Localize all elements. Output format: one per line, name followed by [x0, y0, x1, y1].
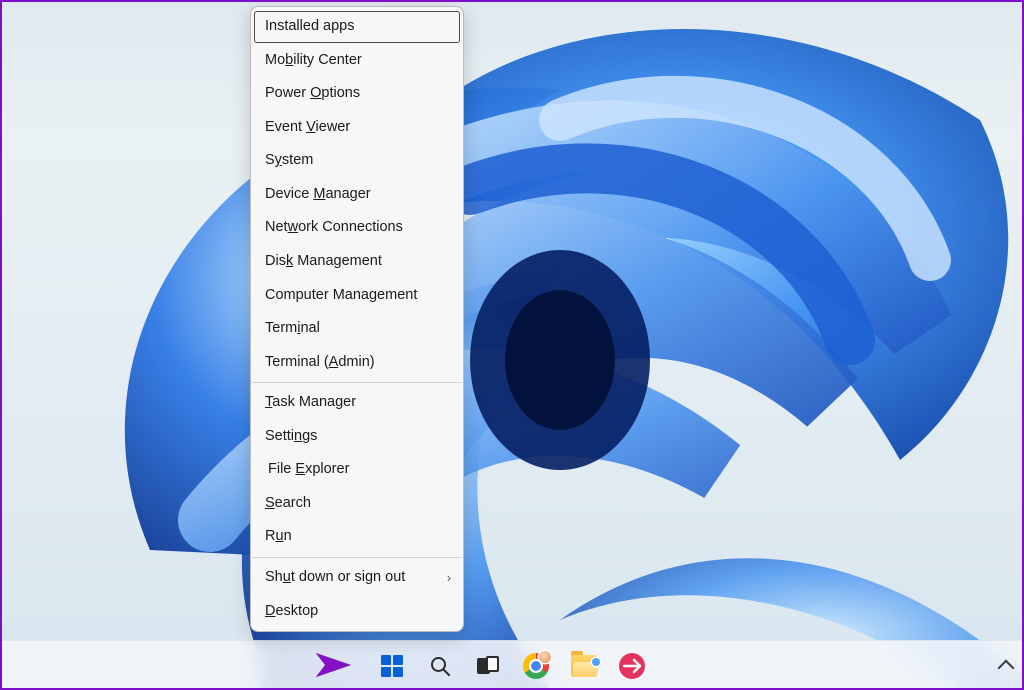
tray-overflow-button[interactable]	[1000, 658, 1012, 674]
taskbar-explorer-button[interactable]	[564, 646, 604, 686]
menu-item-terminal-admin[interactable]: Terminal (Admin)	[251, 346, 463, 380]
taskbar-taskview-button[interactable]	[468, 646, 508, 686]
menu-item-terminal[interactable]: Terminal	[251, 312, 463, 346]
pink-app-icon	[619, 653, 645, 679]
menu-item-shutdown[interactable]: Shut down or sign out›	[251, 561, 463, 595]
menu-item-task-manager[interactable]: Task Manager	[251, 386, 463, 420]
menu-item-run[interactable]: Run	[251, 520, 463, 554]
menu-item-installed-apps[interactable]: Installed apps	[253, 10, 461, 44]
folder-icon	[571, 655, 597, 677]
menu-separator	[252, 382, 462, 383]
bloom-svg	[0, 0, 1024, 690]
taskbar-app-pink-button[interactable]	[612, 646, 652, 686]
menu-item-search[interactable]: Search	[251, 487, 463, 521]
taskbar-center-group	[372, 646, 652, 686]
menu-item-desktop[interactable]: Desktop	[251, 595, 463, 629]
menu-item-network-connections[interactable]: Network Connections	[251, 211, 463, 245]
task-view-icon	[477, 656, 499, 676]
menu-item-mobility-center[interactable]: Mobility Center	[251, 44, 463, 78]
taskbar-search-button[interactable]	[420, 646, 460, 686]
menu-item-system[interactable]: System	[251, 144, 463, 178]
system-tray	[1000, 658, 1012, 674]
taskbar	[0, 640, 1024, 690]
chevron-right-icon: ›	[447, 570, 451, 586]
search-icon	[428, 654, 452, 678]
menu-item-computer-management[interactable]: Computer Management	[251, 279, 463, 313]
taskbar-start-button[interactable]	[372, 646, 412, 686]
menu-item-disk-management[interactable]: Disk Management	[251, 245, 463, 279]
menu-item-settings[interactable]: Settings	[251, 420, 463, 454]
menu-separator	[252, 557, 462, 558]
menu-item-file-explorer[interactable]: File Explorer	[254, 453, 460, 487]
chevron-up-icon	[998, 659, 1015, 676]
winx-context-menu[interactable]: Installed appsMobility CenterPower Optio…	[250, 6, 464, 632]
taskbar-chrome-button[interactable]	[516, 646, 556, 686]
menu-item-device-manager[interactable]: Device Manager	[251, 178, 463, 212]
windows-logo-icon	[381, 655, 403, 677]
chrome-icon	[523, 653, 549, 679]
menu-item-event-viewer[interactable]: Event Viewer	[251, 111, 463, 145]
desktop-wallpaper	[0, 0, 1024, 690]
menu-item-power-options[interactable]: Power Options	[251, 77, 463, 111]
